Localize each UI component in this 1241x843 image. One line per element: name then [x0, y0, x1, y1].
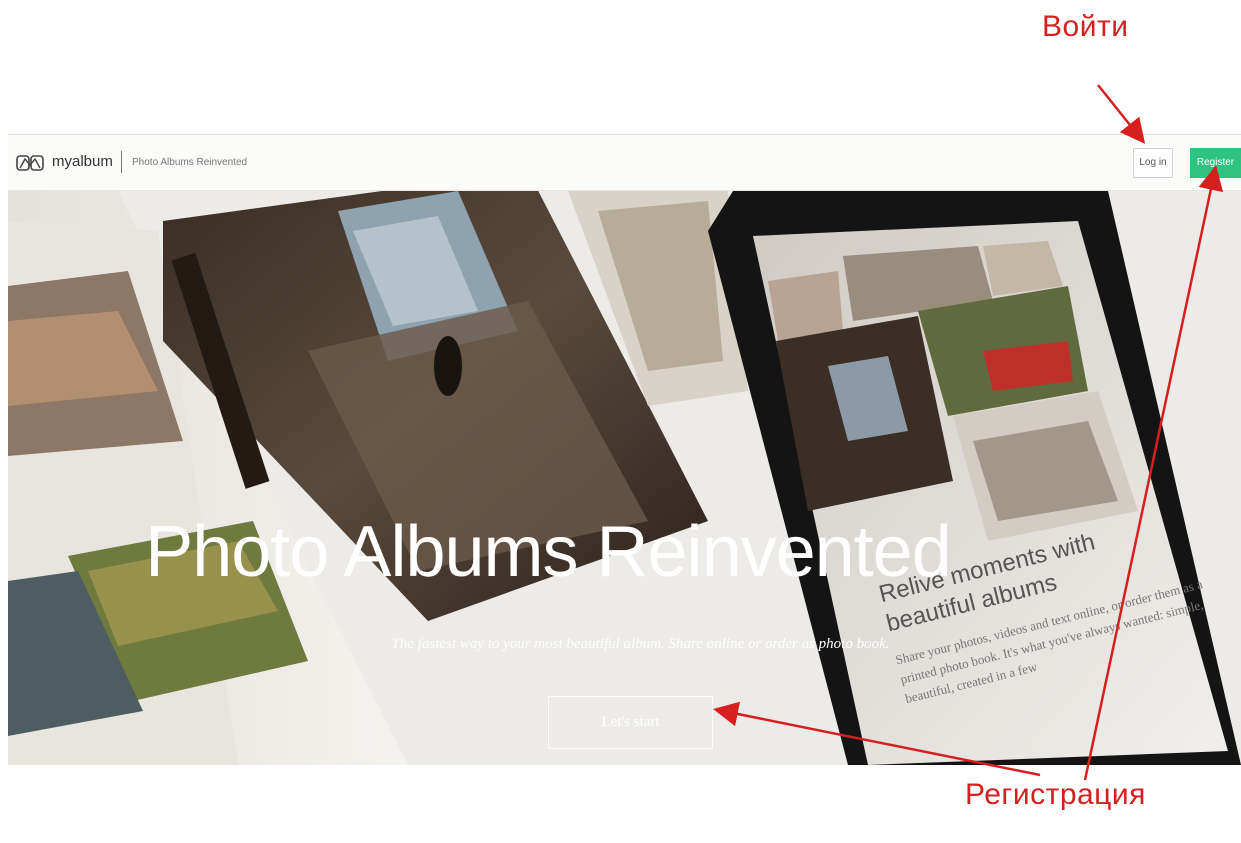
hero-section: Relive moments with beautiful albums Sha…	[8, 191, 1241, 765]
annotation-login-label: Войти	[1042, 10, 1129, 43]
brand-name[interactable]: myalbum	[52, 153, 113, 170]
login-button[interactable]: Log in	[1133, 148, 1173, 178]
hero-background-image	[8, 191, 1241, 765]
register-button[interactable]: Register	[1190, 148, 1241, 178]
hero-title: Photo Albums Reinvented	[145, 512, 952, 592]
arrow-to-login-icon	[1097, 84, 1146, 144]
brand-tagline: Photo Albums Reinvented	[132, 157, 248, 168]
navbar: myalbum Photo Albums Reinvented Log in R…	[8, 135, 1241, 191]
hero-subtitle: The fastest way to your most beautiful a…	[391, 636, 890, 652]
brand-divider	[121, 151, 122, 173]
myalbum-logo-icon	[16, 155, 44, 171]
lets-start-button[interactable]: Let's start	[548, 696, 713, 749]
annotation-register-label: Регистрация	[965, 778, 1146, 811]
website-frame: myalbum Photo Albums Reinvented Log in R…	[8, 134, 1241, 765]
